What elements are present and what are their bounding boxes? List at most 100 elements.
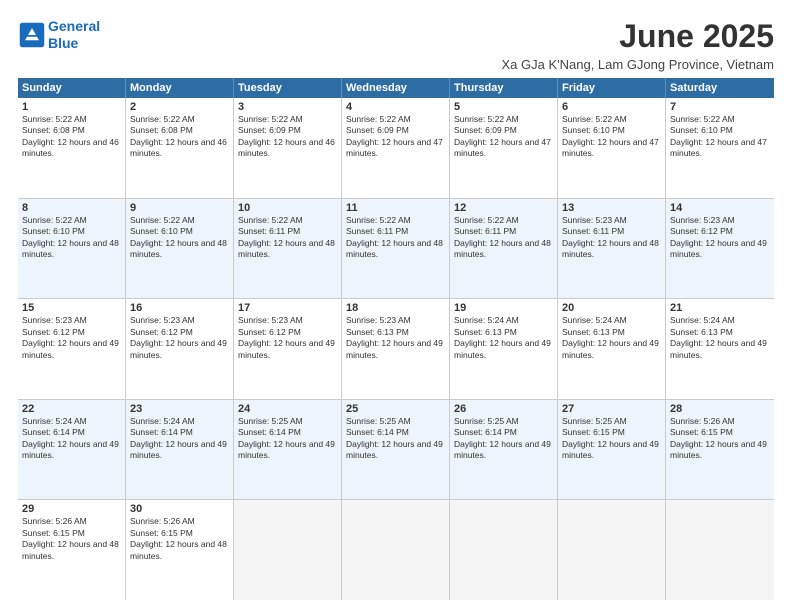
cell-info: Sunrise: 5:25 AM Sunset: 6:15 PM Dayligh… [562,416,661,462]
cell-info: Sunrise: 5:25 AM Sunset: 6:14 PM Dayligh… [346,416,445,462]
logo-icon [18,21,46,49]
day-number: 3 [238,101,337,113]
day-number: 13 [562,202,661,214]
cell-info: Sunrise: 5:23 AM Sunset: 6:12 PM Dayligh… [670,215,770,261]
day-number: 1 [22,101,121,113]
cell-info: Sunrise: 5:22 AM Sunset: 6:10 PM Dayligh… [22,215,121,261]
cell-info: Sunrise: 5:22 AM Sunset: 6:08 PM Dayligh… [22,114,121,160]
cell-info: Sunrise: 5:25 AM Sunset: 6:14 PM Dayligh… [454,416,553,462]
title-area: June 2025 Xa GJa K'Nang, Lam GJong Provi… [502,18,775,72]
day-number: 12 [454,202,553,214]
calendar-cell: 23Sunrise: 5:24 AM Sunset: 6:14 PM Dayli… [126,400,234,500]
day-number: 2 [130,101,229,113]
day-number: 11 [346,202,445,214]
cell-info: Sunrise: 5:22 AM Sunset: 6:11 PM Dayligh… [346,215,445,261]
calendar-cell: 28Sunrise: 5:26 AM Sunset: 6:15 PM Dayli… [666,400,774,500]
calendar-day-header: Thursday [450,78,558,98]
cell-info: Sunrise: 5:22 AM Sunset: 6:09 PM Dayligh… [238,114,337,160]
cell-info: Sunrise: 5:26 AM Sunset: 6:15 PM Dayligh… [22,516,121,562]
calendar-body: 1Sunrise: 5:22 AM Sunset: 6:08 PM Daylig… [18,98,774,600]
day-number: 14 [670,202,770,214]
calendar-cell [558,500,666,600]
calendar-week-row: 1Sunrise: 5:22 AM Sunset: 6:08 PM Daylig… [18,98,774,199]
calendar-cell: 1Sunrise: 5:22 AM Sunset: 6:08 PM Daylig… [18,98,126,198]
day-number: 18 [346,302,445,314]
day-number: 19 [454,302,553,314]
cell-info: Sunrise: 5:24 AM Sunset: 6:13 PM Dayligh… [670,315,770,361]
cell-info: Sunrise: 5:22 AM Sunset: 6:10 PM Dayligh… [130,215,229,261]
day-number: 23 [130,403,229,415]
cell-info: Sunrise: 5:23 AM Sunset: 6:13 PM Dayligh… [346,315,445,361]
day-number: 8 [22,202,121,214]
calendar-day-header: Saturday [666,78,774,98]
logo: General Blue [18,18,100,52]
calendar-week-row: 8Sunrise: 5:22 AM Sunset: 6:10 PM Daylig… [18,199,774,300]
cell-info: Sunrise: 5:24 AM Sunset: 6:13 PM Dayligh… [562,315,661,361]
calendar-header: SundayMondayTuesdayWednesdayThursdayFrid… [18,78,774,98]
day-number: 6 [562,101,661,113]
calendar-cell: 13Sunrise: 5:23 AM Sunset: 6:11 PM Dayli… [558,199,666,299]
day-number: 29 [22,503,121,515]
calendar-cell [342,500,450,600]
cell-info: Sunrise: 5:22 AM Sunset: 6:11 PM Dayligh… [238,215,337,261]
day-number: 20 [562,302,661,314]
logo-text: General Blue [48,18,100,52]
calendar: SundayMondayTuesdayWednesdayThursdayFrid… [18,78,774,600]
cell-info: Sunrise: 5:24 AM Sunset: 6:13 PM Dayligh… [454,315,553,361]
cell-info: Sunrise: 5:22 AM Sunset: 6:10 PM Dayligh… [670,114,770,160]
day-number: 5 [454,101,553,113]
day-number: 22 [22,403,121,415]
calendar-week-row: 15Sunrise: 5:23 AM Sunset: 6:12 PM Dayli… [18,299,774,400]
calendar-cell: 21Sunrise: 5:24 AM Sunset: 6:13 PM Dayli… [666,299,774,399]
calendar-cell: 24Sunrise: 5:25 AM Sunset: 6:14 PM Dayli… [234,400,342,500]
calendar-cell: 26Sunrise: 5:25 AM Sunset: 6:14 PM Dayli… [450,400,558,500]
header: General Blue June 2025 Xa GJa K'Nang, La… [18,18,774,72]
calendar-cell: 14Sunrise: 5:23 AM Sunset: 6:12 PM Dayli… [666,199,774,299]
cell-info: Sunrise: 5:22 AM Sunset: 6:09 PM Dayligh… [454,114,553,160]
calendar-cell: 15Sunrise: 5:23 AM Sunset: 6:12 PM Dayli… [18,299,126,399]
calendar-cell: 25Sunrise: 5:25 AM Sunset: 6:14 PM Dayli… [342,400,450,500]
calendar-day-header: Sunday [18,78,126,98]
cell-info: Sunrise: 5:26 AM Sunset: 6:15 PM Dayligh… [670,416,770,462]
cell-info: Sunrise: 5:23 AM Sunset: 6:12 PM Dayligh… [22,315,121,361]
calendar-cell: 27Sunrise: 5:25 AM Sunset: 6:15 PM Dayli… [558,400,666,500]
calendar-day-header: Monday [126,78,234,98]
cell-info: Sunrise: 5:22 AM Sunset: 6:10 PM Dayligh… [562,114,661,160]
calendar-cell [666,500,774,600]
calendar-cell: 10Sunrise: 5:22 AM Sunset: 6:11 PM Dayli… [234,199,342,299]
calendar-cell: 2Sunrise: 5:22 AM Sunset: 6:08 PM Daylig… [126,98,234,198]
cell-info: Sunrise: 5:25 AM Sunset: 6:14 PM Dayligh… [238,416,337,462]
cell-info: Sunrise: 5:22 AM Sunset: 6:08 PM Dayligh… [130,114,229,160]
day-number: 17 [238,302,337,314]
calendar-cell: 8Sunrise: 5:22 AM Sunset: 6:10 PM Daylig… [18,199,126,299]
cell-info: Sunrise: 5:22 AM Sunset: 6:11 PM Dayligh… [454,215,553,261]
calendar-cell: 9Sunrise: 5:22 AM Sunset: 6:10 PM Daylig… [126,199,234,299]
cell-info: Sunrise: 5:26 AM Sunset: 6:15 PM Dayligh… [130,516,229,562]
calendar-cell: 30Sunrise: 5:26 AM Sunset: 6:15 PM Dayli… [126,500,234,600]
day-number: 26 [454,403,553,415]
calendar-cell: 29Sunrise: 5:26 AM Sunset: 6:15 PM Dayli… [18,500,126,600]
cell-info: Sunrise: 5:23 AM Sunset: 6:11 PM Dayligh… [562,215,661,261]
day-number: 7 [670,101,770,113]
calendar-cell: 4Sunrise: 5:22 AM Sunset: 6:09 PM Daylig… [342,98,450,198]
calendar-cell: 20Sunrise: 5:24 AM Sunset: 6:13 PM Dayli… [558,299,666,399]
cell-info: Sunrise: 5:24 AM Sunset: 6:14 PM Dayligh… [130,416,229,462]
day-number: 27 [562,403,661,415]
cell-info: Sunrise: 5:23 AM Sunset: 6:12 PM Dayligh… [238,315,337,361]
day-number: 30 [130,503,229,515]
calendar-cell: 6Sunrise: 5:22 AM Sunset: 6:10 PM Daylig… [558,98,666,198]
day-number: 10 [238,202,337,214]
calendar-cell: 12Sunrise: 5:22 AM Sunset: 6:11 PM Dayli… [450,199,558,299]
calendar-cell: 7Sunrise: 5:22 AM Sunset: 6:10 PM Daylig… [666,98,774,198]
calendar-week-row: 29Sunrise: 5:26 AM Sunset: 6:15 PM Dayli… [18,500,774,600]
page: General Blue June 2025 Xa GJa K'Nang, La… [0,0,792,612]
day-number: 9 [130,202,229,214]
cell-info: Sunrise: 5:23 AM Sunset: 6:12 PM Dayligh… [130,315,229,361]
calendar-cell [450,500,558,600]
day-number: 25 [346,403,445,415]
day-number: 4 [346,101,445,113]
day-number: 16 [130,302,229,314]
calendar-week-row: 22 Sunrise: 5:24 AM Sunset: 6:14 PM Dayli… [18,400,774,501]
calendar-cell: 18Sunrise: 5:23 AM Sunset: 6:13 PM Dayli… [342,299,450,399]
day-number: 15 [22,302,121,314]
